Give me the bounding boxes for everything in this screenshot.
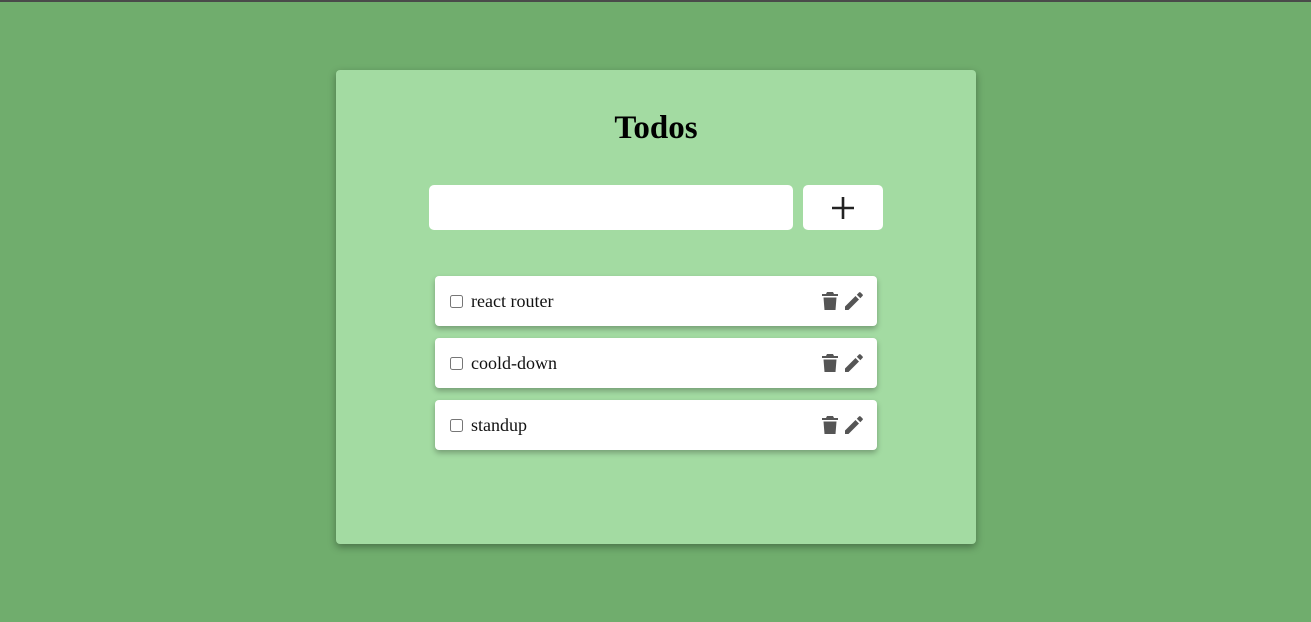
plus-icon [832, 196, 854, 219]
todo-card: Todos react router coold-down standup [336, 70, 976, 544]
todo-item: react router [435, 276, 877, 326]
trash-icon[interactable] [819, 413, 841, 437]
pencil-icon[interactable] [843, 289, 865, 313]
todo-item: coold-down [435, 338, 877, 388]
trash-icon[interactable] [819, 289, 841, 313]
todo-checkbox[interactable] [450, 418, 463, 432]
trash-icon[interactable] [819, 351, 841, 375]
new-todo-input[interactable] [429, 185, 793, 230]
todo-checkbox[interactable] [450, 294, 463, 308]
pencil-icon[interactable] [843, 413, 865, 437]
todo-text: coold-down [471, 352, 557, 373]
todo-text: standup [471, 414, 527, 435]
page-title: Todos [614, 110, 698, 146]
add-todo-button[interactable] [803, 185, 883, 230]
todo-checkbox[interactable] [450, 356, 463, 370]
pencil-icon[interactable] [843, 351, 865, 375]
todo-text: react router [471, 290, 554, 311]
todo-item: standup [435, 400, 877, 450]
todo-list: react router coold-down standup [435, 276, 877, 462]
